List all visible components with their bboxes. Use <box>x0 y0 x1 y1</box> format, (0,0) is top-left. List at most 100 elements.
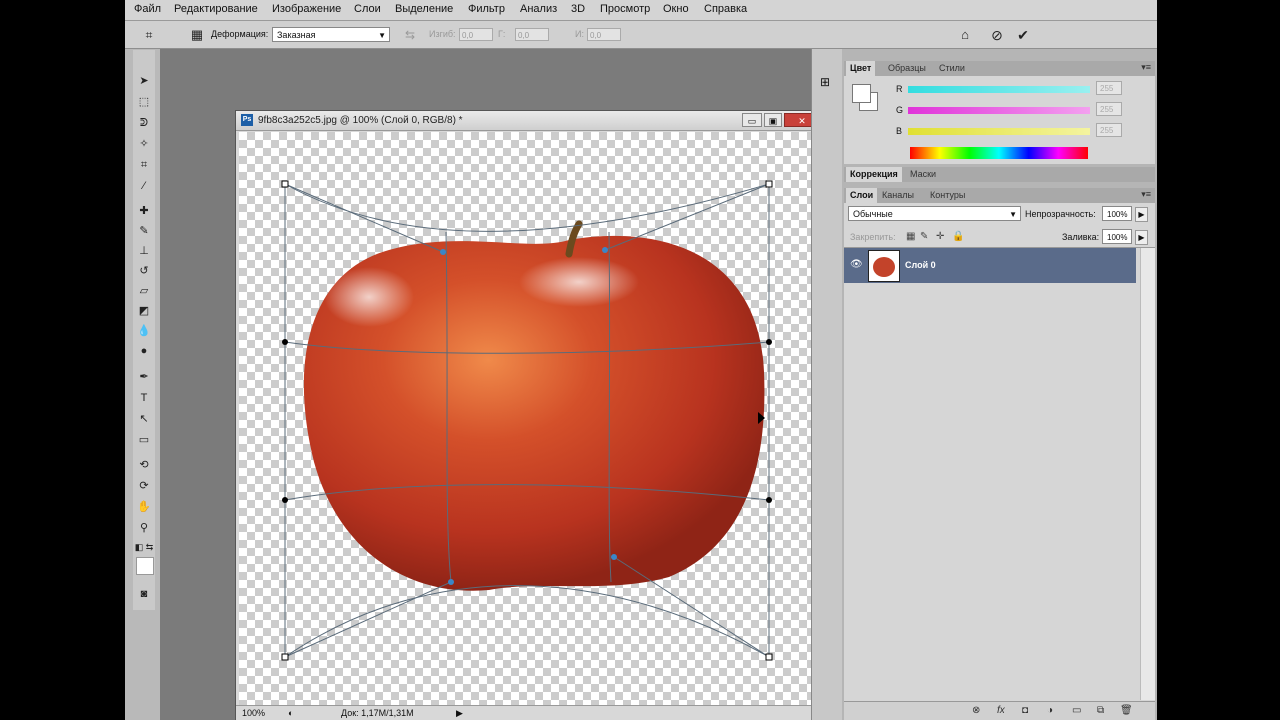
tab-swatches[interactable]: Образцы <box>884 61 930 76</box>
color-spectrum[interactable] <box>910 147 1088 159</box>
menu-edit[interactable]: Редактирование <box>174 3 258 15</box>
transform-tool-icon[interactable]: ⌗ <box>139 25 159 45</box>
eye-visibility-icon[interactable]: 👁 <box>850 259 863 270</box>
tab-styles[interactable]: Стили <box>935 61 969 76</box>
doc-info: Док: 1,17M/1,31M <box>341 708 414 718</box>
layers-scrollbar[interactable] <box>1140 248 1155 700</box>
cancel-transform-icon[interactable]: ⊘ <box>987 25 1007 45</box>
eraser-tool-icon[interactable]: ▱ <box>133 282 155 300</box>
layer-name[interactable]: Слой 0 <box>905 260 936 270</box>
adjustment-layer-icon[interactable]: ◑ <box>1047 705 1053 716</box>
warp-style-value: Заказная <box>277 30 316 40</box>
panel-menu-icon[interactable]: ▾≡ <box>1141 62 1151 73</box>
hand-tool-icon[interactable]: ✋ <box>133 498 155 516</box>
v-distortion-field[interactable]: 0,0 <box>587 28 621 41</box>
b-slider[interactable] <box>908 128 1090 135</box>
dodge-tool-icon[interactable]: ● <box>133 342 155 360</box>
paint-bucket-tool-icon[interactable]: ◩ <box>133 302 155 320</box>
menu-3d[interactable]: 3D <box>571 3 585 15</box>
menu-help[interactable]: Справка <box>704 3 747 15</box>
bend-label: Изгиб: <box>429 29 456 39</box>
b-value[interactable]: 255 <box>1096 123 1122 137</box>
menu-filter[interactable]: Фильтр <box>468 3 505 15</box>
g-value[interactable]: 255 <box>1096 102 1122 116</box>
add-mask-icon[interactable]: ◘ <box>1022 705 1028 716</box>
foreground-color-swatch[interactable] <box>136 557 154 575</box>
lock-position-icon[interactable]: ✛ <box>936 231 944 242</box>
lock-all-icon[interactable]: 🔒 <box>952 231 964 242</box>
canvas[interactable] <box>239 132 818 706</box>
quick-mask-icon[interactable]: ◙ <box>133 585 155 603</box>
zoom-tool-icon[interactable]: ⚲ <box>133 519 155 537</box>
g-slider[interactable] <box>908 107 1090 114</box>
zoom-level[interactable]: 100% <box>242 708 265 718</box>
tab-channels[interactable]: Каналы <box>878 188 918 203</box>
options-bar: ⌗ ▦ Деформация: Заказная ▼ ⇆ Изгиб: 0,0 … <box>125 21 1157 49</box>
tab-color[interactable]: Цвет <box>846 61 876 76</box>
link-layers-icon[interactable]: ⊗ <box>972 705 980 716</box>
fx-icon[interactable]: fx <box>997 705 1005 716</box>
layer-row-selected[interactable]: 👁 Слой 0 <box>844 248 1136 283</box>
lasso-tool-icon[interactable]: ᕲ <box>133 114 155 132</box>
menu-select[interactable]: Выделение <box>395 3 453 15</box>
3d-orbit-tool-icon[interactable]: ⟳ <box>133 477 155 495</box>
r-label: R <box>896 84 903 94</box>
menu-layers[interactable]: Слои <box>354 3 381 15</box>
warp-style-select[interactable]: Заказная ▼ <box>272 27 390 42</box>
puppet-warp-toggle-icon[interactable]: ⌂ <box>955 25 975 45</box>
lock-pixels-icon[interactable]: ✎ <box>920 231 928 242</box>
status-arrow-icon[interactable]: ▶ <box>456 708 463 719</box>
tab-adjustments[interactable]: Коррекция <box>846 167 902 182</box>
tab-paths[interactable]: Контуры <box>926 188 969 203</box>
magic-wand-tool-icon[interactable]: ✧ <box>133 135 155 153</box>
menu-image[interactable]: Изображение <box>272 3 341 15</box>
status-icon[interactable]: ◐ <box>288 708 293 718</box>
document-titlebar[interactable]: Ps 9fb8c3a252c5.jpg @ 100% (Слой 0, RGB/… <box>236 111 829 131</box>
blur-tool-icon[interactable]: 💧 <box>133 322 155 340</box>
text-tool-icon[interactable]: T <box>133 389 155 407</box>
h-distortion-field[interactable]: 0,0 <box>515 28 549 41</box>
path-selection-tool-icon[interactable]: ↖ <box>133 410 155 428</box>
menu-file[interactable]: Файл <box>134 3 161 15</box>
crop-tool-icon[interactable]: ⌗ <box>133 156 155 174</box>
foreground-color-box[interactable] <box>852 84 871 103</box>
maximize-button[interactable]: ▣ <box>764 113 782 127</box>
menu-view[interactable]: Просмотр <box>600 3 650 15</box>
3d-rotate-tool-icon[interactable]: ⟲ <box>133 456 155 474</box>
delete-layer-icon[interactable]: 🗑 <box>1120 705 1133 716</box>
lock-transparency-icon[interactable]: ▦ <box>906 231 915 242</box>
eyedropper-tool-icon[interactable]: ⁄ <box>133 177 155 195</box>
pen-tool-icon[interactable]: ✒ <box>133 368 155 386</box>
r-slider[interactable] <box>908 86 1090 93</box>
new-layer-icon[interactable]: ⧉ <box>1097 705 1104 716</box>
fill-field[interactable]: 100% <box>1102 229 1132 244</box>
document-title: 9fb8c3a252c5.jpg @ 100% (Слой 0, RGB/8) … <box>258 115 463 126</box>
opacity-slider-button[interactable]: ▶ <box>1135 207 1148 222</box>
history-brush-tool-icon[interactable]: ↺ <box>133 262 155 280</box>
commit-transform-icon[interactable]: ✔ <box>1013 25 1033 45</box>
move-tool-icon[interactable]: ➤ <box>133 72 155 90</box>
rectangle-tool-icon[interactable]: ▭ <box>133 431 155 449</box>
marquee-tool-icon[interactable]: ⬚ <box>133 93 155 111</box>
r-value[interactable]: 255 <box>1096 81 1122 95</box>
clone-stamp-tool-icon[interactable]: ⊥ <box>133 242 155 260</box>
menu-window[interactable]: Окно <box>663 3 689 15</box>
tab-layers[interactable]: Слои <box>846 188 878 203</box>
warp-orientation-icon[interactable]: ⇆ <box>400 25 420 45</box>
reference-point-icon[interactable]: ▦ <box>187 25 207 45</box>
default-colors-icon[interactable]: ◧ ⇆ <box>133 538 155 556</box>
healing-brush-tool-icon[interactable]: ✚ <box>133 202 155 220</box>
chevron-down-icon: ▼ <box>1009 210 1017 219</box>
fill-slider-button[interactable]: ▶ <box>1135 230 1148 245</box>
fill-label: Заливка: <box>1062 232 1100 242</box>
brush-tool-icon[interactable]: ✎ <box>133 222 155 240</box>
menu-analysis[interactable]: Анализ <box>520 3 557 15</box>
blend-mode-select[interactable]: Обычные ▼ <box>848 206 1021 221</box>
panel-menu-icon[interactable]: ▾≡ <box>1141 189 1151 200</box>
history-panel-icon[interactable]: ⊞ <box>820 75 830 89</box>
new-group-icon[interactable]: ▭ <box>1072 705 1081 716</box>
opacity-field[interactable]: 100% <box>1102 206 1132 221</box>
minimize-button[interactable]: ▭ <box>742 113 762 127</box>
bend-field[interactable]: 0,0 <box>459 28 493 41</box>
tab-masks[interactable]: Маски <box>906 167 940 182</box>
